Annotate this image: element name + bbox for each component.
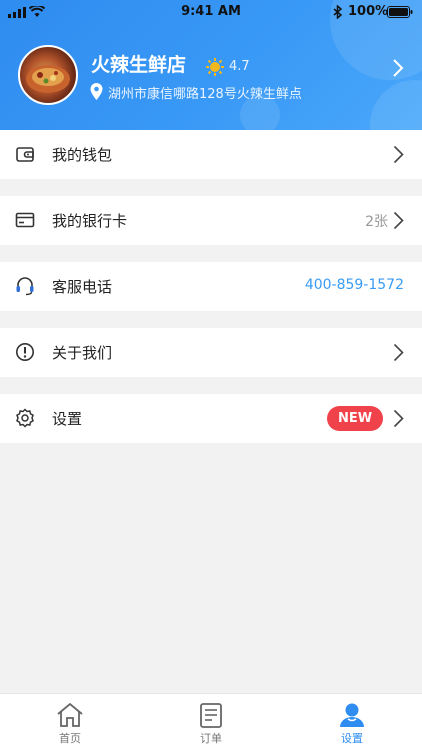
menu-item-settings[interactable]: 设置 NEW xyxy=(0,394,422,443)
menu-item-wallet[interactable]: 我的钱包 xyxy=(0,130,422,179)
tab-orders-label: 订单 xyxy=(200,732,222,745)
tab-bar: 首页 订单 设置 xyxy=(0,693,422,751)
battery-icon xyxy=(387,6,413,18)
chevron-right-icon xyxy=(393,409,404,428)
gear-icon xyxy=(16,408,34,428)
sun-rating-icon xyxy=(206,58,224,76)
store-header: 9:41 AM 100% 火辣生鲜店 4.7 湖州市康信哪路128号火辣生鲜点 xyxy=(0,0,422,130)
menu-item-about[interactable]: 关于我们 xyxy=(0,328,422,377)
store-rating: 4.7 xyxy=(229,59,250,74)
order-icon xyxy=(200,703,222,728)
new-badge: NEW xyxy=(327,406,383,431)
chevron-right-icon xyxy=(393,145,404,164)
tab-orders[interactable]: 订单 xyxy=(141,694,281,751)
settings-label: 设置 xyxy=(52,410,83,428)
chevron-right-icon[interactable] xyxy=(392,58,404,78)
tab-home[interactable]: 首页 xyxy=(0,694,140,751)
service-phone-label: 客服电话 xyxy=(52,278,113,296)
chevron-right-icon xyxy=(393,211,404,230)
user-icon xyxy=(340,703,364,727)
info-icon xyxy=(16,343,34,361)
battery-percent: 100% xyxy=(348,4,389,19)
card-icon xyxy=(15,212,35,228)
headset-icon xyxy=(16,277,34,296)
tab-settings-label: 设置 xyxy=(341,732,363,745)
store-avatar[interactable] xyxy=(18,45,78,105)
store-address: 湖州市康信哪路128号火辣生鲜点 xyxy=(108,87,302,102)
home-icon xyxy=(57,702,83,727)
wallet-icon xyxy=(16,147,34,162)
wallet-label: 我的钱包 xyxy=(52,146,113,164)
tab-settings[interactable]: 设置 xyxy=(282,694,422,751)
menu-item-bank-card[interactable]: 我的银行卡 2张 xyxy=(0,196,422,245)
food-photo-icon xyxy=(26,65,70,93)
location-pin-icon xyxy=(90,83,103,100)
store-name: 火辣生鲜店 xyxy=(91,54,187,76)
tab-home-label: 首页 xyxy=(59,732,81,745)
about-label: 关于我们 xyxy=(52,344,113,362)
bluetooth-icon xyxy=(333,5,343,19)
chevron-right-icon xyxy=(393,343,404,362)
status-bar: 9:41 AM 100% xyxy=(0,0,422,24)
service-phone-number[interactable]: 400-859-1572 xyxy=(305,277,404,293)
menu-item-service-phone[interactable]: 客服电话 400-859-1572 xyxy=(0,262,422,311)
bank-card-label: 我的银行卡 xyxy=(52,212,128,230)
bank-card-count: 2张 xyxy=(365,214,388,230)
